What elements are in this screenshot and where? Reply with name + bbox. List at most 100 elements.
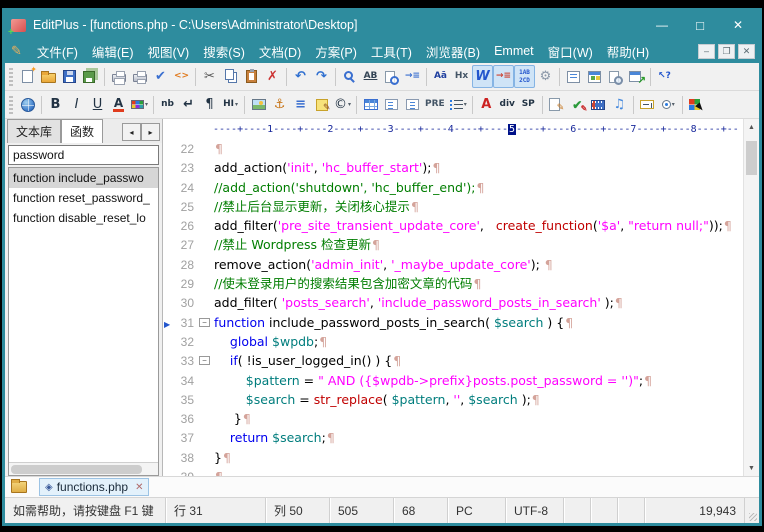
code-line[interactable]: 35 $search = str_replace( $pattern, '', … (163, 390, 743, 409)
external-browser-button[interactable] (626, 65, 647, 88)
document-tab-functions-php[interactable]: ◈ functions.php ✕ (39, 478, 149, 496)
sidebar-horizontal-scrollbar[interactable] (9, 462, 158, 475)
radio-button[interactable]: ▾ (658, 93, 679, 116)
save-button[interactable] (59, 65, 80, 88)
scroll-down-button[interactable]: ▼ (744, 460, 759, 476)
div-align-button[interactable] (381, 93, 402, 116)
heading-button[interactable]: HI▾ (220, 93, 241, 116)
resize-grip[interactable] (745, 498, 759, 523)
code-area[interactable]: 22¶23add_action('init', 'hc_buffer_start… (163, 139, 759, 476)
function-list-item[interactable]: function disable_reset_lo (9, 208, 158, 228)
line-break-button[interactable]: ↵ (178, 93, 199, 116)
mdi-close-button[interactable]: ✕ (738, 44, 755, 59)
open-file-button[interactable] (38, 65, 59, 88)
table-button[interactable] (360, 93, 381, 116)
code-line[interactable]: 33− if( !is_user_logged_in() ) {¶ (163, 351, 743, 370)
code-line[interactable]: 34 $pattern = " AND ({$wpdb->prefix}post… (163, 371, 743, 390)
media-button[interactable] (588, 93, 609, 116)
menu-document[interactable]: 文档(D) (252, 40, 308, 63)
find-in-files-button[interactable] (381, 65, 402, 88)
code-line[interactable]: 25//禁止后台显示更新，关闭核心提示¶ (163, 197, 743, 216)
mdi-minimize-button[interactable]: – (698, 44, 715, 59)
new-file-button[interactable] (17, 65, 38, 88)
code-line[interactable]: 27//禁止 Wordpress 检查更新¶ (163, 235, 743, 254)
spell-check-button[interactable]: ✔ (150, 65, 171, 88)
save-all-button[interactable] (80, 65, 101, 88)
maximize-button[interactable]: □ (685, 15, 715, 35)
context-help-button[interactable]: ↖? (654, 65, 675, 88)
close-button[interactable]: ✕ (723, 15, 753, 35)
code-line[interactable]: 29//使未登录用户的搜索结果包含加密文章的代码¶ (163, 274, 743, 293)
mdi-restore-button[interactable]: ❐ (718, 44, 735, 59)
undo-button[interactable]: ↶ (290, 65, 311, 88)
span-button[interactable]: SP (518, 93, 539, 116)
menu-browser[interactable]: 浏览器(B) (419, 40, 487, 63)
find-button[interactable] (339, 65, 360, 88)
sidebar-tab-functions[interactable]: 函数 (61, 119, 103, 143)
menu-edit[interactable]: 编辑(E) (85, 40, 141, 63)
audio-button[interactable]: ♫ (609, 93, 630, 116)
code-line[interactable]: 37 return $search;¶ (163, 428, 743, 447)
code-line[interactable]: 26add_filter('pre_site_transient_update_… (163, 216, 743, 235)
color-palette-button[interactable]: ▾ (129, 93, 150, 116)
code-line[interactable]: 28remove_action('admin_init', '_maybe_up… (163, 255, 743, 274)
sidebar-tab-scroll-right-button[interactable]: ▸ (141, 123, 160, 141)
menu-tools[interactable]: 工具(T) (364, 40, 419, 63)
copy-button[interactable] (220, 65, 241, 88)
div-button[interactable]: div (497, 93, 518, 116)
word-wrap-button[interactable]: W (472, 65, 493, 88)
document-selector-button[interactable] (584, 65, 605, 88)
list-button[interactable]: ▾ (447, 93, 469, 116)
pre-button[interactable]: PRE (423, 93, 447, 116)
menu-project[interactable]: 方案(P) (308, 40, 364, 63)
center-button[interactable] (402, 93, 423, 116)
preferences-button[interactable]: ⚙ (535, 65, 556, 88)
paragraph-button[interactable]: ¶ (199, 93, 220, 116)
code-line[interactable]: 38}¶ (163, 448, 743, 467)
script-button[interactable]: ✔ (567, 93, 588, 116)
cut-button[interactable]: ✂ (199, 65, 220, 88)
browser-select-button[interactable] (686, 93, 707, 116)
code-line[interactable]: 30add_filter( 'posts_search', 'include_p… (163, 293, 743, 312)
font-button[interactable]: Aā (430, 65, 451, 88)
hr-button[interactable]: ≡ (290, 93, 311, 116)
form-button[interactable] (546, 93, 567, 116)
menu-help[interactable]: 帮助(H) (600, 40, 656, 63)
sidebar-tab-cliptext[interactable]: 文本库 (7, 119, 61, 143)
redo-button[interactable]: ↷ (311, 65, 332, 88)
folder-icon[interactable] (11, 481, 27, 493)
underline-button[interactable]: U (87, 93, 108, 116)
close-tab-icon[interactable]: ✕ (135, 482, 143, 493)
print-button[interactable] (129, 65, 150, 88)
function-search-input[interactable] (8, 145, 159, 165)
menu-emmet[interactable]: Emmet (487, 40, 541, 63)
delete-button[interactable]: ✗ (262, 65, 283, 88)
sidebar-tab-scroll-left-button[interactable]: ◂ (122, 123, 141, 141)
code-line[interactable]: ▶31−function include_password_posts_in_s… (163, 313, 743, 332)
code-editor[interactable]: ----+----1----+----2----+----3----+----4… (163, 119, 759, 476)
nbsp-button[interactable]: nb (157, 93, 178, 116)
code-line[interactable]: 32 global $wpdb;¶ (163, 332, 743, 351)
browser-button[interactable] (17, 93, 38, 116)
goto-line-button[interactable]: →≡ (402, 65, 423, 88)
cliptext-button[interactable] (563, 65, 584, 88)
scrollbar-thumb[interactable] (746, 141, 757, 175)
code-line[interactable]: 39¶ (163, 467, 743, 476)
anchor-button[interactable]: ⚓ (269, 93, 290, 116)
menu-search[interactable]: 搜索(S) (196, 40, 252, 63)
menu-file[interactable]: 文件(F) (30, 40, 85, 63)
bold-button[interactable]: B (45, 93, 66, 116)
code-line[interactable]: 36 }¶ (163, 409, 743, 428)
scroll-up-button[interactable]: ▲ (744, 119, 759, 135)
font-color-button[interactable]: A (108, 93, 129, 116)
menu-window[interactable]: 窗口(W) (541, 40, 600, 63)
scrollbar-thumb[interactable] (11, 465, 142, 474)
note-button[interactable] (311, 93, 332, 116)
font-tag-button[interactable]: A (476, 93, 497, 116)
hex-viewer-button[interactable]: Hx (451, 65, 472, 88)
html-source-button[interactable]: <> (171, 65, 192, 88)
code-line[interactable]: 24//add_action('shutdown', 'hc_buffer_en… (163, 178, 743, 197)
vertical-scrollbar[interactable]: ▲ ▼ (743, 119, 759, 476)
menu-view[interactable]: 视图(V) (141, 40, 197, 63)
browser-preview-button[interactable] (605, 65, 626, 88)
